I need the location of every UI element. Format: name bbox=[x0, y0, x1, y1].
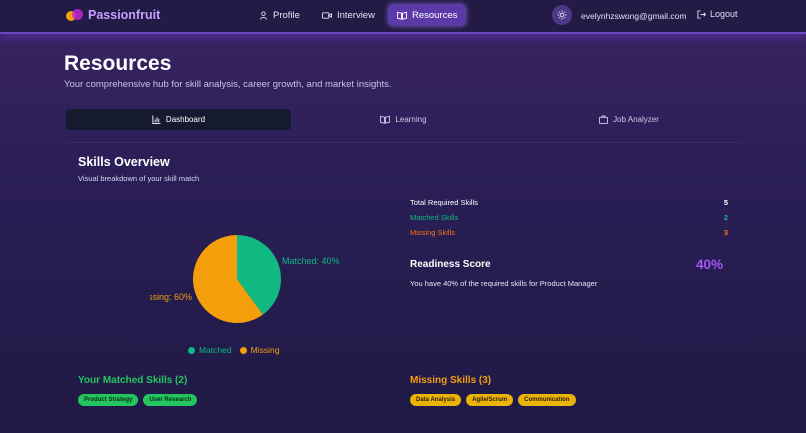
logout-icon bbox=[697, 9, 706, 19]
legend-label: Matched bbox=[199, 345, 232, 355]
page-title: Resources bbox=[64, 52, 172, 75]
skills-overview-title: Skills Overview bbox=[78, 155, 170, 169]
passionfruit-logo-icon bbox=[66, 8, 84, 22]
stat-value: 2 bbox=[723, 213, 728, 222]
missing-skill-chip: Data Analysis bbox=[410, 394, 462, 406]
nav-item-interview[interactable]: Interview bbox=[313, 4, 384, 26]
top-navbar: Passionfruit Profile Interview Resources bbox=[0, 0, 806, 34]
logout-label: Logout bbox=[710, 9, 738, 19]
nav-item-label: Profile bbox=[273, 9, 300, 21]
tab-label: Dashboard bbox=[165, 115, 206, 124]
resource-tabs: Dashboard Learning Job Analyzer bbox=[66, 109, 742, 130]
stat-missing: Missing Skills 3 bbox=[410, 228, 730, 243]
pie-label-matched: Matched: 40% bbox=[282, 256, 340, 266]
brand-name: Passionfruit bbox=[88, 8, 161, 22]
video-icon bbox=[321, 11, 332, 19]
readiness-description: You have 40% of the required skills for … bbox=[410, 279, 598, 288]
sun-icon bbox=[557, 10, 567, 20]
matched-skill-chip: Product Strategy bbox=[78, 394, 139, 406]
tab-label: Learning bbox=[395, 115, 427, 124]
stat-value: 5 bbox=[723, 198, 728, 207]
logout-button[interactable]: Logout bbox=[697, 9, 738, 19]
bar-chart-icon bbox=[152, 115, 161, 124]
book-icon bbox=[396, 11, 407, 20]
tab-dashboard[interactable]: Dashboard bbox=[66, 109, 291, 130]
matched-skill-chip: User Research bbox=[143, 394, 198, 406]
main-nav: Profile Interview Resources bbox=[250, 4, 470, 26]
user-icon bbox=[259, 10, 268, 20]
legend-label: Missing bbox=[250, 345, 280, 355]
missing-skill-chip: Communication bbox=[518, 394, 576, 406]
skills-overview-subtitle: Visual breakdown of your skill match bbox=[78, 174, 200, 183]
readiness-score: 40% bbox=[696, 257, 724, 272]
tab-job-analyzer[interactable]: Job Analyzer bbox=[516, 109, 742, 130]
briefcase-icon bbox=[599, 115, 609, 124]
stat-matched: Matched Skills 2 bbox=[410, 213, 730, 228]
pie-label-missing: Missing: 60% bbox=[150, 292, 192, 302]
stat-total: Total Required Skills 5 bbox=[410, 198, 730, 213]
legend-swatch-matched bbox=[188, 346, 195, 354]
chart-legend: Matched Missing bbox=[188, 345, 287, 355]
legend-swatch-missing bbox=[239, 346, 247, 354]
theme-toggle-button[interactable] bbox=[552, 5, 572, 25]
missing-skill-chip: Agile/Scrum bbox=[466, 394, 514, 406]
legend-item-missing[interactable]: Missing bbox=[239, 345, 280, 355]
missing-skills-list: Data Analysis Agile/Scrum Communication bbox=[410, 394, 581, 406]
matched-skills-list: Product Strategy User Research bbox=[78, 394, 202, 406]
tab-learning[interactable]: Learning bbox=[291, 109, 516, 130]
nav-item-resources[interactable]: Resources bbox=[387, 4, 467, 26]
tab-label: Job Analyzer bbox=[613, 115, 659, 124]
page-subtitle: Your comprehensive hub for skill analysi… bbox=[64, 79, 392, 90]
stat-value: 3 bbox=[723, 228, 728, 237]
stat-label: Total Required Skills bbox=[410, 198, 478, 207]
book-open-icon bbox=[380, 115, 391, 124]
skills-pie-chart: Matched: 40% Missing: 60% bbox=[150, 235, 340, 323]
nav-item-profile[interactable]: Profile bbox=[250, 4, 309, 26]
matched-skills-title: Your Matched Skills (2) bbox=[78, 375, 188, 386]
missing-skills-title: Missing Skills (3) bbox=[410, 375, 492, 386]
legend-item-matched[interactable]: Matched bbox=[188, 345, 232, 355]
nav-item-label: Interview bbox=[336, 9, 375, 21]
brand[interactable]: Passionfruit bbox=[66, 8, 160, 22]
stat-label: Missing Skills bbox=[410, 228, 456, 237]
nav-item-label: Resources bbox=[411, 9, 458, 21]
user-email: evelynhzswong@gmail.com bbox=[581, 11, 687, 21]
skill-stats: Total Required Skills 5 Matched Skills 2… bbox=[410, 198, 730, 243]
stat-label: Matched Skills bbox=[410, 213, 459, 222]
readiness-title: Readiness Score bbox=[410, 259, 491, 270]
